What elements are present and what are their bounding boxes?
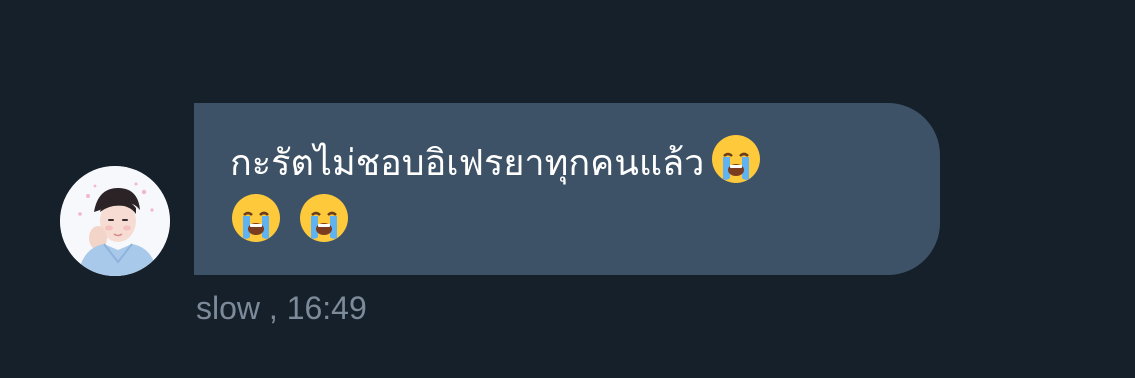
message-meta: slow , 16:49 [196,290,367,327]
message-text: กะรัตไม่ชอบอิเฟรยาทุกคนแล้ว [230,143,705,184]
message-bubble[interactable]: กะรัตไม่ชอบอิเฟรยาทุกคนแล้ว [194,103,940,275]
avatar-photo [60,166,170,276]
loudly-crying-face-icon [298,192,350,244]
loudly-crying-face-icon [710,133,762,185]
message-content: กะรัตไม่ชอบอิเฟรยาทุกคนแล้ว [230,133,900,251]
loudly-crying-face-icon [230,192,282,244]
meta-separator: , [260,290,278,326]
sender-name[interactable]: slow [196,290,260,326]
avatar[interactable] [60,166,170,276]
message-timestamp: 16:49 [286,290,367,326]
